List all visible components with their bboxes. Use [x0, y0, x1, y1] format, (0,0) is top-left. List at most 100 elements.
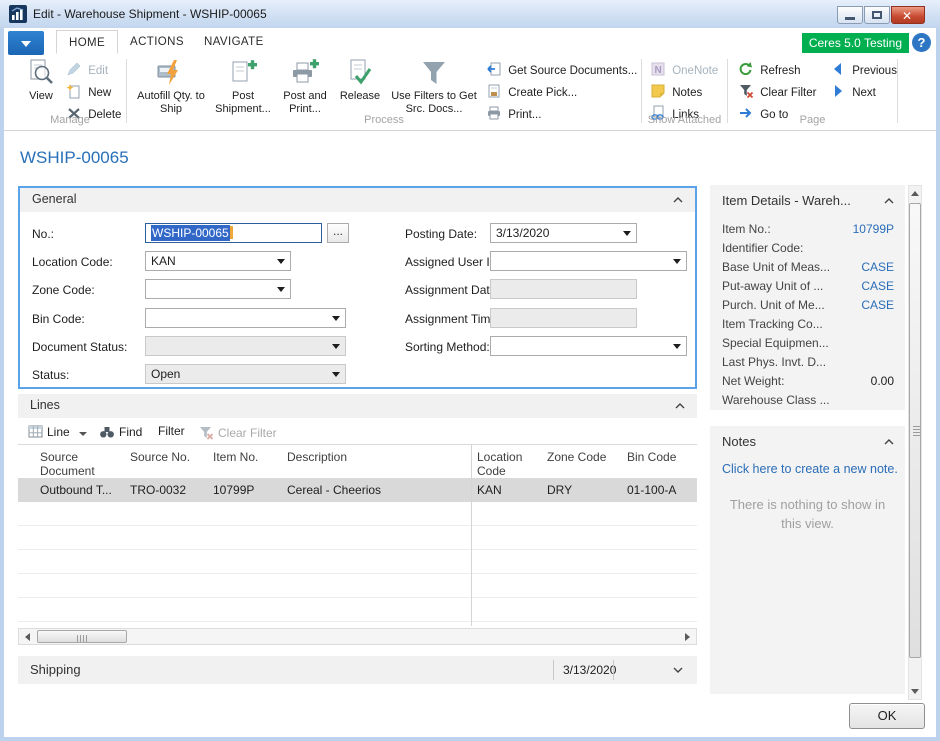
fb-base-uom-link[interactable]: CASE: [861, 260, 894, 274]
dropdown-caret-icon: [332, 344, 340, 349]
app-icon: [9, 5, 27, 23]
next-button[interactable]: Next: [830, 83, 876, 103]
find-button[interactable]: Find: [99, 424, 142, 439]
collapse-chevron-icon[interactable]: [884, 439, 894, 445]
fb-label: Identifier Code:: [722, 241, 803, 255]
dropdown-caret-icon: [673, 259, 681, 264]
lines-clear-filter-button[interactable]: Clear Filter: [198, 424, 277, 440]
create-pick-button[interactable]: Create Pick...: [486, 83, 577, 103]
line-menu-button[interactable]: Line: [28, 424, 87, 439]
help-icon[interactable]: ?: [912, 33, 931, 52]
notes-empty-text: There is nothing to show in this view.: [722, 496, 893, 534]
zone-code-dropdown[interactable]: [145, 279, 291, 299]
general-fasttab-header[interactable]: General: [20, 188, 695, 212]
filter-button[interactable]: Filter: [158, 424, 185, 438]
fb-label: Net Weight:: [722, 374, 784, 388]
use-filters-button[interactable]: Use Filters to Get Src. Docs...: [386, 57, 482, 116]
company-badge: Ceres 5.0 Testing: [802, 33, 909, 53]
expand-chevron-icon[interactable]: [673, 667, 683, 673]
new-button[interactable]: New: [66, 83, 111, 103]
location-code-dropdown[interactable]: KAN: [145, 251, 291, 271]
fb-putaway-uom-link[interactable]: CASE: [861, 279, 894, 293]
fb-label: Item Tracking Co...: [722, 317, 823, 331]
status-dropdown[interactable]: Open: [145, 364, 346, 384]
grid-empty-row[interactable]: [18, 598, 697, 622]
edit-button[interactable]: Edit: [66, 61, 108, 81]
close-button[interactable]: ✕: [891, 6, 925, 24]
dropdown-caret-icon: [332, 316, 340, 321]
autofill-qty-button[interactable]: Autofill Qty. to Ship: [132, 57, 210, 116]
sorting-method-dropdown[interactable]: [490, 336, 687, 356]
scroll-down-icon[interactable]: [911, 689, 919, 694]
no-input[interactable]: WSHIP-00065: [145, 223, 322, 243]
column-header-item-no[interactable]: Item No.: [213, 450, 258, 464]
vertical-scrollbar-thumb[interactable]: [909, 203, 921, 658]
scroll-right-icon[interactable]: [685, 633, 690, 641]
grid-empty-row[interactable]: [18, 574, 697, 598]
bin-code-label: Bin Code:: [32, 312, 85, 326]
create-note-link[interactable]: Click here to create a new note.: [722, 462, 898, 476]
shipping-date-value[interactable]: 3/13/2020: [563, 663, 616, 677]
column-header-source-no[interactable]: Source No.: [130, 450, 190, 464]
view-button[interactable]: View: [18, 57, 64, 103]
grid-selected-row[interactable]: Outbound T... TRO-0032 10799P Cereal - C…: [18, 479, 697, 502]
horizontal-scrollbar-thumb[interactable]: [37, 630, 127, 643]
release-button[interactable]: Release: [336, 57, 384, 103]
collapse-chevron-icon[interactable]: [673, 197, 683, 203]
column-header-bin-code[interactable]: Bin Code: [627, 450, 676, 464]
minimize-icon: [845, 17, 855, 20]
assigned-user-dropdown[interactable]: [490, 251, 687, 271]
item-details-header: Item Details - Wareh...: [722, 193, 851, 208]
fb-label: Last Phys. Invt. D...: [722, 355, 826, 369]
tab-actions[interactable]: ACTIONS: [118, 30, 196, 54]
lines-fasttab-header[interactable]: Lines: [18, 394, 697, 418]
notes-button[interactable]: Notes: [650, 83, 702, 103]
scroll-left-icon[interactable]: [25, 633, 30, 641]
fb-label: Warehouse Class ...: [722, 393, 830, 407]
refresh-button[interactable]: Refresh: [738, 61, 800, 81]
line-grid-icon: [28, 424, 43, 439]
application-menu-button[interactable]: [8, 31, 44, 55]
status-label: Status:: [32, 368, 69, 382]
ok-button[interactable]: OK: [849, 703, 925, 729]
post-and-print-button[interactable]: Post and Print...: [276, 57, 334, 116]
collapse-chevron-icon[interactable]: [884, 198, 894, 204]
shipping-fasttab-header[interactable]: Shipping 3/13/2020: [18, 656, 697, 684]
column-header-source-document[interactable]: Source Document: [40, 450, 122, 478]
create-pick-icon: [486, 83, 502, 99]
assignment-date-label: Assignment Date:: [405, 283, 500, 297]
previous-button[interactable]: Previous: [830, 61, 897, 81]
bin-code-dropdown[interactable]: [145, 308, 346, 328]
ribbon-separator: [897, 59, 898, 123]
column-header-location-code[interactable]: Location Code: [477, 450, 535, 478]
no-lookup-button[interactable]: ...: [327, 223, 349, 243]
posting-date-dropdown[interactable]: 3/13/2020: [490, 223, 637, 243]
group-label-show-attached: Show Attached: [642, 114, 727, 126]
group-label-manage: Manage: [18, 114, 122, 126]
horizontal-scrollbar[interactable]: [18, 628, 697, 645]
column-header-description[interactable]: Description: [287, 450, 347, 464]
assigned-user-label: Assigned User ID:: [405, 255, 502, 269]
edit-icon: [66, 61, 82, 77]
fb-purch-uom-link[interactable]: CASE: [861, 298, 894, 312]
grid-empty-row[interactable]: [18, 526, 697, 550]
column-header-zone-code[interactable]: Zone Code: [547, 450, 606, 464]
tab-home[interactable]: HOME: [56, 30, 118, 54]
minimize-button[interactable]: [837, 6, 863, 24]
window-border-bottom: [0, 737, 940, 741]
scroll-up-icon[interactable]: [911, 191, 919, 196]
post-shipment-button[interactable]: Post Shipment...: [212, 57, 274, 116]
notes-header: Notes: [722, 434, 756, 449]
document-status-dropdown[interactable]: [145, 336, 346, 356]
fb-item-no-link[interactable]: 10799P: [853, 222, 894, 236]
tab-navigate[interactable]: NAVIGATE: [192, 30, 276, 54]
onenote-button[interactable]: N OneNote: [650, 61, 718, 81]
maximize-button[interactable]: [864, 6, 890, 24]
get-source-documents-button[interactable]: Get Source Documents...: [486, 61, 637, 81]
grid-empty-row[interactable]: [18, 502, 697, 526]
clear-filter-button[interactable]: Clear Filter: [738, 83, 816, 103]
fb-label: Purch. Unit of Me...: [722, 298, 825, 312]
grid-empty-row[interactable]: [18, 550, 697, 574]
collapse-chevron-icon[interactable]: [675, 403, 685, 409]
vertical-scrollbar[interactable]: [908, 185, 922, 700]
